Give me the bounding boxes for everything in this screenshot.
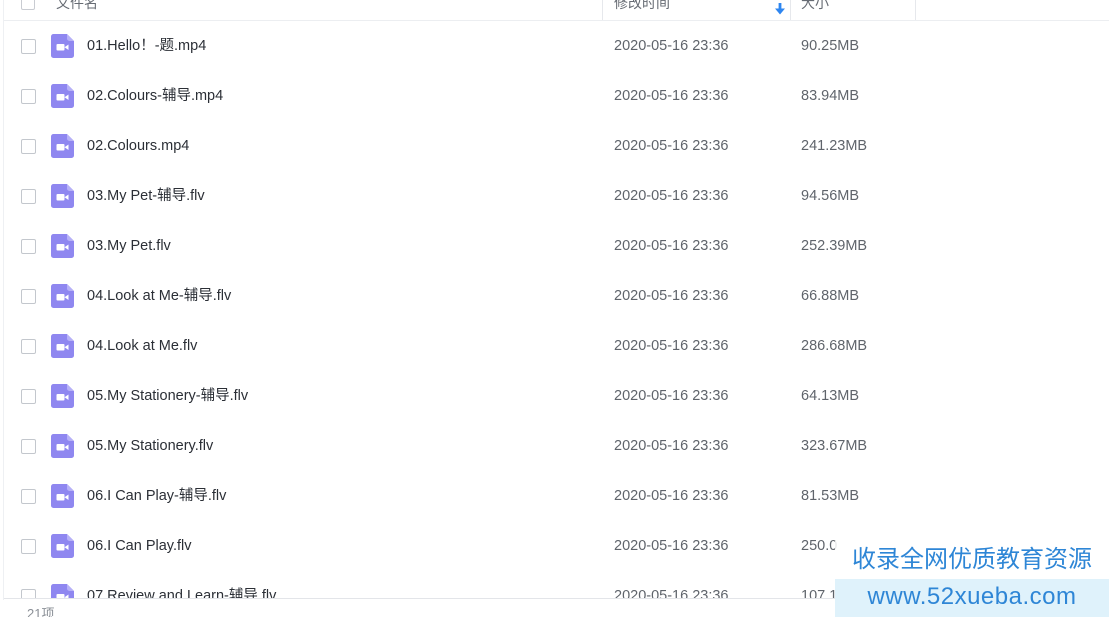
file-modified-time: 2020-05-16 23:36 bbox=[614, 388, 729, 404]
column-divider[interactable] bbox=[915, 0, 916, 20]
file-modified-time: 2020-05-16 23:36 bbox=[614, 338, 729, 354]
file-size: 252.39MB bbox=[801, 238, 868, 254]
file-name[interactable]: 02.Colours-辅导.mp4 bbox=[87, 71, 223, 121]
file-list-header: 文件名 修改时间 大小 bbox=[4, 0, 1109, 21]
file-name[interactable]: 02.Colours.mp4 bbox=[87, 121, 189, 171]
watermark-slogan: 收录全网优质教育资源 bbox=[835, 541, 1109, 579]
video-file-icon bbox=[51, 34, 74, 58]
column-header-size[interactable]: 大小 bbox=[801, 0, 829, 20]
file-modified-time: 2020-05-16 23:36 bbox=[614, 88, 729, 104]
select-all-checkbox[interactable] bbox=[21, 0, 35, 10]
column-divider[interactable] bbox=[602, 0, 603, 20]
row-checkbox[interactable] bbox=[21, 489, 36, 504]
file-name[interactable]: 06.I Can Play.flv bbox=[87, 521, 192, 571]
file-modified-time: 2020-05-16 23:36 bbox=[614, 238, 729, 254]
file-modified-time: 2020-05-16 23:36 bbox=[614, 38, 729, 54]
row-checkbox[interactable] bbox=[21, 539, 36, 554]
file-name[interactable]: 04.Look at Me.flv bbox=[87, 321, 197, 371]
watermark-url: www.52xueba.com bbox=[835, 579, 1109, 617]
row-checkbox[interactable] bbox=[21, 89, 36, 104]
video-file-icon bbox=[51, 484, 74, 508]
file-modified-time: 2020-05-16 23:36 bbox=[614, 288, 729, 304]
file-row[interactable]: 04.Look at Me-辅导.flv 2020-05-16 23:36 66.8… bbox=[4, 271, 1109, 321]
file-modified-time: 2020-05-16 23:36 bbox=[614, 488, 729, 504]
file-size: 241.23MB bbox=[801, 138, 868, 154]
file-size: 250.0 bbox=[801, 538, 838, 554]
file-name[interactable]: 05.My Stationery-辅导.flv bbox=[87, 371, 248, 421]
video-file-icon bbox=[51, 334, 74, 358]
column-header-modified[interactable]: 修改时间 bbox=[614, 0, 670, 20]
row-checkbox[interactable] bbox=[21, 239, 36, 254]
file-size: 66.88MB bbox=[801, 288, 860, 304]
file-row[interactable]: 01.Hello！-题.mp4 2020-05-16 23:36 90.25MB bbox=[4, 21, 1109, 71]
file-name[interactable]: 01.Hello！-题.mp4 bbox=[87, 21, 206, 71]
file-size: 83.94MB bbox=[801, 88, 860, 104]
video-file-icon bbox=[51, 284, 74, 308]
file-list: 01.Hello！-题.mp4 2020-05-16 23:36 90.25MB 02… bbox=[4, 21, 1109, 617]
file-name[interactable]: 04.Look at Me-辅导.flv bbox=[87, 271, 231, 321]
video-file-icon bbox=[51, 84, 74, 108]
file-modified-time: 2020-05-16 23:36 bbox=[614, 138, 729, 154]
file-row[interactable]: 02.Colours-辅导.mp4 2020-05-16 23:36 83.94MB bbox=[4, 71, 1109, 121]
row-checkbox[interactable] bbox=[21, 189, 36, 204]
column-divider[interactable] bbox=[790, 0, 791, 20]
file-row[interactable]: 03.My Pet-辅导.flv 2020-05-16 23:36 94.56MB bbox=[4, 171, 1109, 221]
file-name[interactable]: 03.My Pet-辅导.flv bbox=[87, 171, 205, 221]
row-checkbox[interactable] bbox=[21, 39, 36, 54]
file-row[interactable]: 02.Colours.mp4 2020-05-16 23:36 241.23MB bbox=[4, 121, 1109, 171]
video-file-icon bbox=[51, 234, 74, 258]
file-name[interactable]: 05.My Stationery.flv bbox=[87, 421, 213, 471]
file-row[interactable]: 05.My Stationery.flv 2020-05-16 23:36 323.… bbox=[4, 421, 1109, 471]
video-file-icon bbox=[51, 434, 74, 458]
file-size: 64.13MB bbox=[801, 388, 860, 404]
row-checkbox[interactable] bbox=[21, 139, 36, 154]
video-file-icon bbox=[51, 384, 74, 408]
video-file-icon bbox=[51, 184, 74, 208]
file-size: 323.67MB bbox=[801, 438, 868, 454]
file-row[interactable]: 04.Look at Me.flv 2020-05-16 23:36 286.68M… bbox=[4, 321, 1109, 371]
file-size: 90.25MB bbox=[801, 38, 860, 54]
row-checkbox[interactable] bbox=[21, 339, 36, 354]
file-size: 94.56MB bbox=[801, 188, 860, 204]
video-file-icon bbox=[51, 534, 74, 558]
file-size: 286.68MB bbox=[801, 338, 868, 354]
row-checkbox[interactable] bbox=[21, 389, 36, 404]
file-name[interactable]: 03.My Pet.flv bbox=[87, 221, 171, 271]
watermark: 收录全网优质教育资源 www.52xueba.com bbox=[835, 541, 1109, 617]
row-checkbox[interactable] bbox=[21, 439, 36, 454]
file-list-page: 文件名 修改时间 大小 01.Hello！-题.mp4 2020-05-16 23… bbox=[0, 0, 1109, 617]
sort-down-arrow-icon[interactable] bbox=[775, 3, 785, 15]
file-row[interactable]: 06.I Can Play-辅导.flv 2020-05-16 23:36 81.5… bbox=[4, 471, 1109, 521]
item-count: 21项 bbox=[27, 606, 55, 617]
file-modified-time: 2020-05-16 23:36 bbox=[614, 188, 729, 204]
file-row[interactable]: 03.My Pet.flv 2020-05-16 23:36 252.39MB bbox=[4, 221, 1109, 271]
file-modified-time: 2020-05-16 23:36 bbox=[614, 538, 729, 554]
row-checkbox[interactable] bbox=[21, 289, 36, 304]
video-file-icon bbox=[51, 134, 74, 158]
file-size: 81.53MB bbox=[801, 488, 860, 504]
file-name[interactable]: 06.I Can Play-辅导.flv bbox=[87, 471, 226, 521]
file-modified-time: 2020-05-16 23:36 bbox=[614, 438, 729, 454]
column-header-name[interactable]: 文件名 bbox=[56, 0, 98, 20]
file-row[interactable]: 05.My Stationery-辅导.flv 2020-05-16 23:36 6… bbox=[4, 371, 1109, 421]
